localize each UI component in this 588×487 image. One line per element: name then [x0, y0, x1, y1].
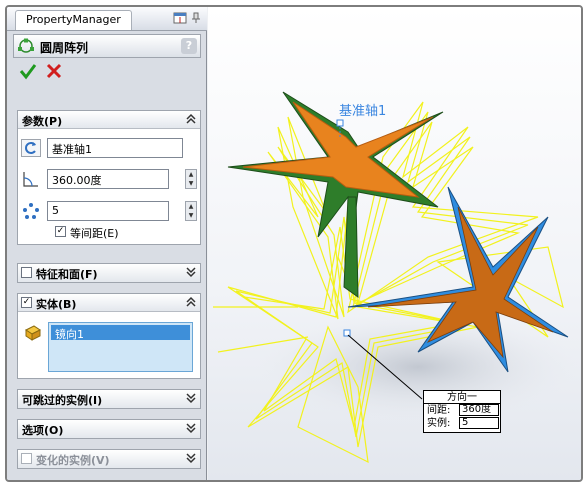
axis-selection-field[interactable]: 基准轴1 — [47, 138, 183, 158]
features-faces-group-title: 特征和面(F) — [36, 268, 98, 281]
options-group-title: 选项(O) — [22, 424, 64, 437]
skip-instances-group-header[interactable]: 可跳过的实例(I) — [18, 390, 200, 408]
property-manager-tab[interactable]: PropertyManager — [15, 10, 132, 30]
tab-options-icon[interactable] — [173, 12, 187, 24]
list-item[interactable]: 镜向1 — [51, 325, 190, 341]
app-window: PropertyManager 圆周阵列 ? 参数(P) 基准轴1 360.00… — [5, 5, 583, 482]
parameters-group-header[interactable]: 参数(P) — [18, 111, 200, 129]
instance-count-input[interactable]: 5 — [47, 201, 169, 221]
features-faces-group[interactable]: 特征和面(F) — [17, 263, 201, 283]
options-group[interactable]: 选项(O) — [17, 419, 201, 439]
angle-spinner[interactable]: ▲ ▼ — [185, 169, 197, 189]
help-button[interactable]: ? — [181, 38, 197, 54]
callout-instances-row: 实例: 5 — [424, 417, 500, 430]
original-body — [227, 91, 444, 298]
callout-instances-value[interactable]: 5 — [459, 417, 499, 429]
chevron-up-icon[interactable] — [186, 296, 196, 308]
varied-instances-group-header[interactable]: 变化的实例(V) — [18, 450, 200, 468]
axis-row: 基准轴1 — [21, 137, 197, 159]
chevron-down-icon[interactable] — [186, 392, 196, 404]
property-manager-titlebar: PropertyManager — [7, 7, 207, 31]
varied-instances-group-title: 变化的实例(V) — [36, 454, 110, 467]
checkbox-unchecked-icon[interactable] — [21, 453, 32, 464]
feature-title: 圆周阵列 — [40, 41, 89, 55]
spin-up-icon[interactable]: ▲ — [186, 202, 196, 211]
parameters-group: 参数(P) 基准轴1 360.00度 ▲ ▼ 5 ▲ ▼ ✓ 等间距(E) — [17, 110, 201, 245]
callout-title: 方向一 — [424, 391, 500, 404]
angle-input[interactable]: 360.00度 — [47, 169, 169, 189]
cancel-x-icon[interactable] — [45, 62, 63, 80]
ok-check-icon[interactable] — [19, 62, 37, 80]
callout-spacing-row: 间距: 360度 — [424, 404, 500, 417]
graphics-area[interactable] — [208, 7, 581, 480]
checkbox-unchecked-icon[interactable] — [21, 267, 32, 278]
chevron-up-icon[interactable] — [186, 113, 196, 125]
callout-spacing-label: 间距: — [427, 405, 451, 416]
count-spinner[interactable]: ▲ ▼ — [185, 201, 197, 221]
parameters-group-title: 参数(P) — [22, 115, 63, 128]
skip-instances-group[interactable]: 可跳过的实例(I) — [17, 389, 201, 409]
spin-down-icon[interactable]: ▼ — [186, 179, 196, 188]
direction-callout[interactable]: 方向一 间距: 360度 实例: 5 — [423, 390, 501, 433]
equal-spacing-label: 等间距(E) — [70, 227, 119, 240]
pin-icon[interactable] — [190, 12, 202, 24]
angle-row: 360.00度 ▲ ▼ — [21, 168, 197, 190]
chevron-down-icon[interactable] — [186, 422, 196, 434]
features-faces-group-header[interactable]: 特征和面(F) — [18, 264, 200, 282]
callout-instances-label: 实例: — [427, 418, 451, 429]
spin-down-icon[interactable]: ▼ — [186, 211, 196, 220]
chevron-down-icon[interactable] — [186, 266, 196, 278]
count-row: 5 ▲ ▼ — [21, 200, 197, 222]
spin-up-icon[interactable]: ▲ — [186, 170, 196, 179]
skip-instances-group-title: 可跳过的实例(I) — [22, 394, 103, 407]
callout-spacing-value[interactable]: 360度 — [459, 404, 499, 416]
circular-pattern-icon — [18, 38, 34, 53]
checkbox-checked-icon[interactable]: ✓ — [55, 226, 66, 237]
instance-count-icon — [23, 203, 39, 219]
feature-header: 圆周阵列 ? — [13, 34, 201, 58]
pattern-center-marker — [343, 329, 351, 337]
checkbox-checked-icon[interactable]: ✓ — [21, 297, 32, 308]
options-group-header[interactable]: 选项(O) — [18, 420, 200, 438]
bodies-group-title: 实体(B) — [36, 298, 77, 311]
reverse-direction-icon[interactable] — [21, 139, 41, 157]
floor-shadow — [258, 312, 578, 422]
bodies-list[interactable]: 镜向1 — [48, 322, 193, 372]
property-manager-panel: PropertyManager 圆周阵列 ? 参数(P) 基准轴1 360.00… — [7, 7, 207, 480]
angle-icon — [23, 172, 38, 187]
solid-body-icon — [25, 325, 41, 341]
bodies-group-header[interactable]: ✓ 实体(B) — [18, 294, 200, 312]
bodies-group: ✓ 实体(B) 镜向1 — [17, 293, 201, 379]
varied-instances-group[interactable]: 变化的实例(V) — [17, 449, 201, 469]
chevron-down-icon[interactable] — [186, 452, 196, 464]
model-viewport[interactable] — [208, 7, 581, 480]
datum-axis-label[interactable]: 基准轴1 — [339, 100, 386, 119]
